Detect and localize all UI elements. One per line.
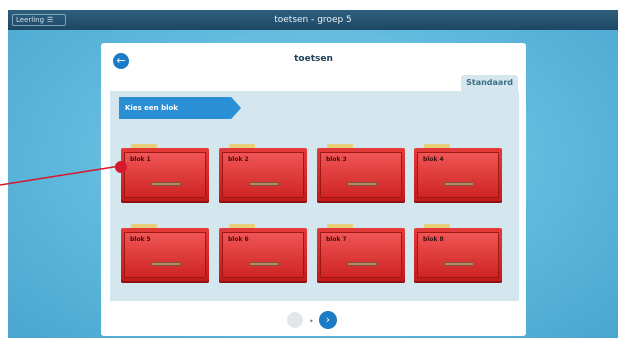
drawer-handle: [347, 262, 377, 266]
block-label: blok 5: [130, 236, 151, 243]
pagination: • ›: [287, 310, 347, 330]
block-label: blok 2: [228, 156, 249, 163]
tab-standaard[interactable]: Standaard: [461, 75, 518, 91]
drawer-handle: [151, 182, 181, 186]
next-page-button[interactable]: ›: [319, 311, 337, 329]
top-bar: Leerling ☰ toetsen - groep 5: [8, 10, 618, 30]
block-label: blok 1: [130, 156, 151, 163]
drawer-front: blok 6: [222, 232, 304, 278]
block-drawer-5[interactable]: blok 5: [121, 224, 209, 283]
drawer-front: blok 8: [417, 232, 499, 278]
drawer-front: blok 1: [124, 152, 206, 198]
choose-block-banner: Kies een blok: [119, 97, 241, 119]
page-title: toetsen: [294, 54, 333, 64]
drawer-front: blok 2: [222, 152, 304, 198]
block-drawer-7[interactable]: blok 7: [317, 224, 405, 283]
block-drawer-2[interactable]: blok 2: [219, 144, 307, 203]
block-drawer-8[interactable]: blok 8: [414, 224, 502, 283]
chevron-right-icon: ›: [325, 313, 331, 326]
drawer-front: blok 5: [124, 232, 206, 278]
block-drawer-4[interactable]: blok 4: [414, 144, 502, 203]
test-panel: ← toetsen Standaard Kies een blok blok 1…: [101, 43, 526, 336]
window-title: toetsen - groep 5: [274, 15, 352, 25]
drawer-handle: [347, 182, 377, 186]
drawer-handle: [249, 262, 279, 266]
drawer-handle: [444, 262, 474, 266]
drawer-handle: [249, 182, 279, 186]
block-label: blok 8: [423, 236, 444, 243]
block-label: blok 3: [326, 156, 347, 163]
block-selection-area: Kies een blok blok 1 blok 2 blok 3 blok …: [110, 91, 519, 301]
block-drawer-1[interactable]: blok 1: [121, 144, 209, 203]
drawer-handle: [151, 262, 181, 266]
block-label: blok 7: [326, 236, 347, 243]
drawer-handle: [444, 182, 474, 186]
drawer-front: blok 7: [320, 232, 402, 278]
page-separator: •: [309, 317, 314, 326]
drawer-front: blok 4: [417, 152, 499, 198]
previous-page-placeholder: [287, 312, 303, 328]
block-drawer-6[interactable]: blok 6: [219, 224, 307, 283]
block-label: blok 4: [423, 156, 444, 163]
app-screen: Leerling ☰ toetsen - groep 5 ← toetsen S…: [8, 10, 618, 338]
block-label: blok 6: [228, 236, 249, 243]
drawer-front: blok 3: [320, 152, 402, 198]
block-drawer-3[interactable]: blok 3: [317, 144, 405, 203]
